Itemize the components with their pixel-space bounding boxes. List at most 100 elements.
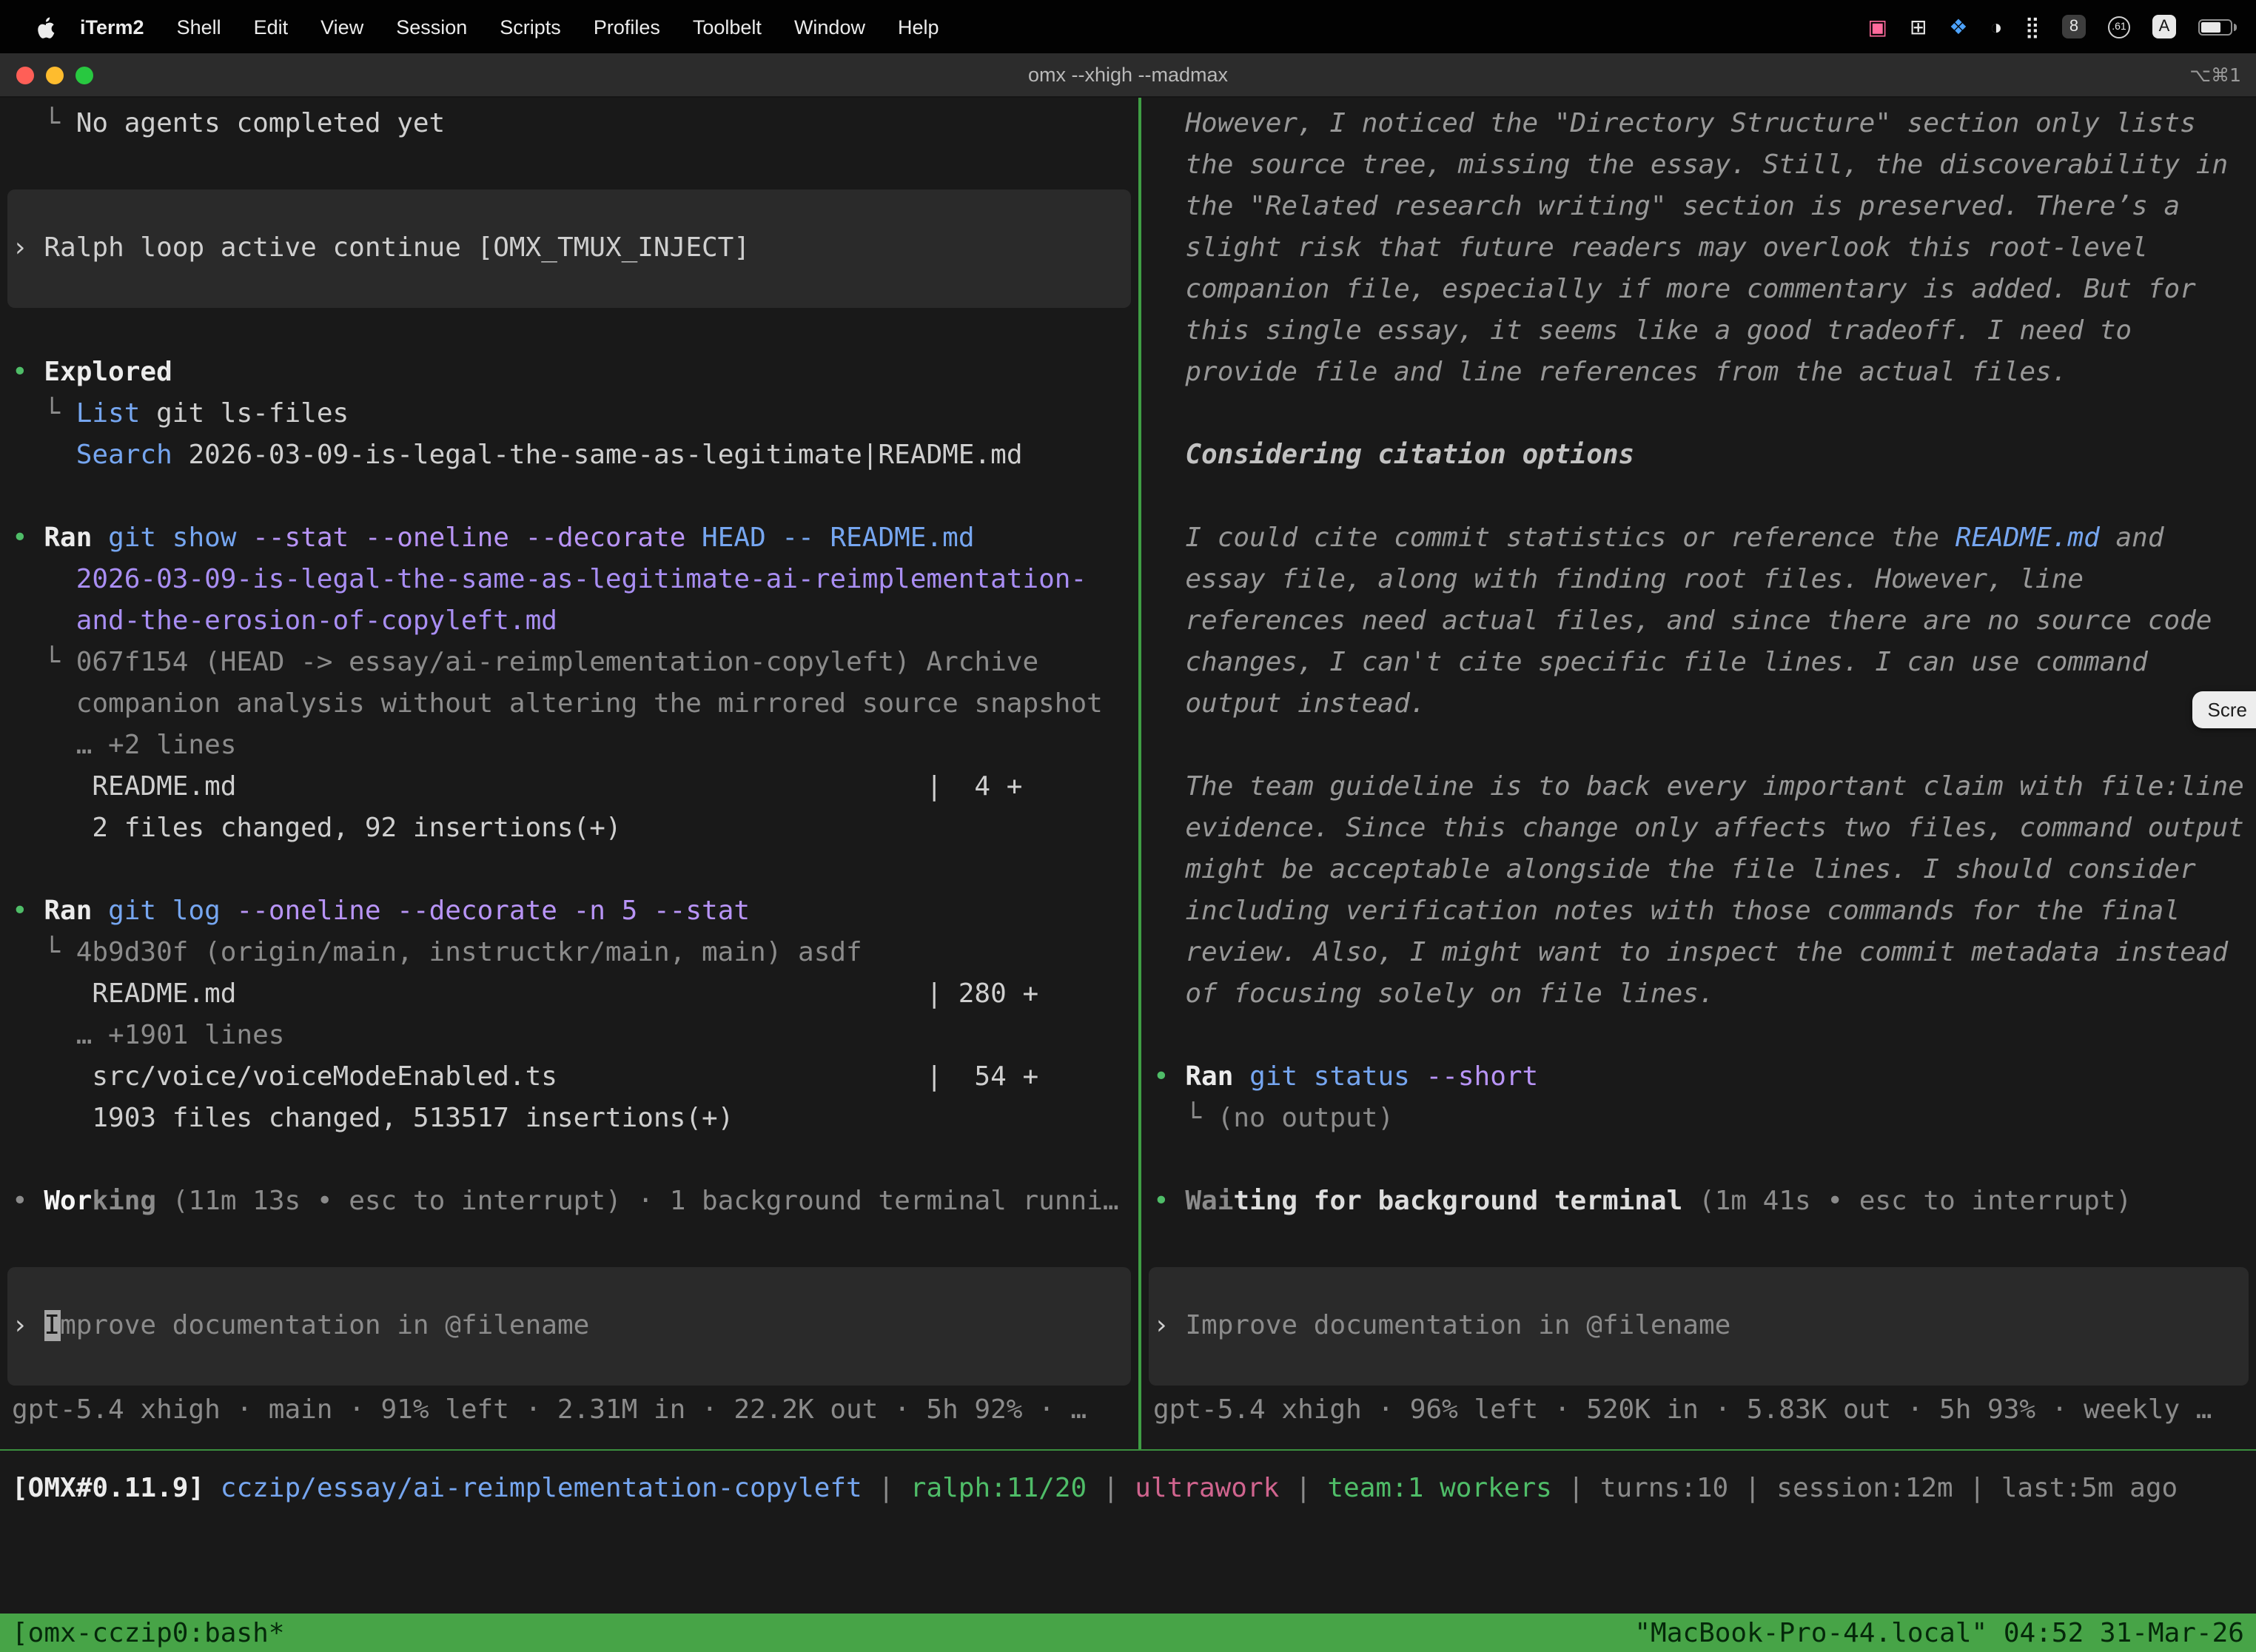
terminal-line: • Waiting for background terminal (1m 41… — [1141, 1181, 2256, 1223]
text-segment: Ran — [44, 523, 92, 554]
spacer — [0, 1223, 1138, 1267]
text-segment: ultrawork — [1135, 1473, 1279, 1504]
text-segment: review. Also, I might want to inspect th… — [1153, 937, 2228, 968]
input-source-icon[interactable]: A — [2152, 15, 2176, 38]
window-grid-icon[interactable]: ⊞ — [1910, 16, 1927, 37]
text-segment: Improve documentation in @filename — [1185, 1310, 1730, 1341]
text-segment: › — [1153, 1310, 1185, 1341]
window-title-bar: omx --xhigh --madmax ⌥⌘1 — [0, 53, 2256, 98]
left-terminal-pane[interactable]: └ No agents completed yet› Ralph loop ac… — [0, 98, 1138, 1449]
battery-icon[interactable] — [2198, 19, 2232, 35]
text-segment: I — [44, 1310, 60, 1341]
text-segment: companion analysis without altering the … — [12, 688, 1103, 719]
text-segment: └ (no output) — [1153, 1103, 1394, 1134]
spacer — [0, 145, 1138, 189]
right-terminal-pane[interactable]: However, I noticed the "Directory Struct… — [1138, 98, 2256, 1449]
terminal-line: gpt-5.4 xhigh · 96% left · 520K in · 5.8… — [1141, 1390, 2256, 1431]
text-segment: changes, I can't cite specific file line… — [1153, 647, 2148, 678]
terminal-line — [1141, 477, 2256, 518]
tmux-status-bar: [omx-cczip0:bash* "MacBook-Pro-44.local"… — [0, 1614, 2256, 1652]
dots-grid-icon[interactable]: ⣿ — [2024, 16, 2040, 37]
menu-item-session[interactable]: Session — [380, 16, 483, 38]
text-segment: 2026-03-09-is-legal-the-same-as-legitima… — [12, 564, 1087, 595]
text-segment: references need actual files, and since … — [1153, 605, 2212, 637]
menu-item-scripts[interactable]: Scripts — [483, 16, 577, 38]
text-segment: The team guideline is to back every impo… — [1153, 771, 2244, 802]
blue-app-icon[interactable]: ❖ — [1949, 16, 1967, 37]
terminal-line: 2026-03-09-is-legal-the-same-as-legitima… — [0, 560, 1138, 601]
text-segment: (1m 41s • esc to interrupt) — [1682, 1186, 2132, 1217]
screen: iTerm2ShellEditViewSessionScriptsProfile… — [0, 0, 2256, 1652]
text-segment: README.md — [1955, 523, 2100, 554]
text-segment: last:5m ago — [2001, 1473, 2178, 1504]
text-segment: king — [92, 1186, 156, 1217]
text-segment: src/voice/voiceModeEnabled.ts | 54 + — [12, 1061, 1038, 1092]
text-segment: provide file and line references from th… — [1153, 357, 2067, 388]
contrast-circle-icon[interactable]: ◑ — [1990, 16, 2003, 37]
text-segment: HEAD -- README.md — [685, 523, 974, 554]
text-segment: • — [12, 523, 44, 554]
text-segment: slight risk that future readers may over… — [1153, 232, 2148, 263]
text-segment: and — [2100, 523, 2164, 554]
menu-item-help[interactable]: Help — [882, 16, 956, 38]
menu-status-icons: ▣ ⊞ ❖ ◑ ⣿ 8 .61 A — [1867, 15, 2256, 38]
menu-item-window[interactable]: Window — [778, 16, 882, 38]
keycap-8-icon[interactable]: 8 — [2062, 15, 2086, 38]
terminal-line: • Working (11m 13s • esc to interrupt) ·… — [0, 1181, 1138, 1223]
menu-item-shell[interactable]: Shell — [161, 16, 238, 38]
text-segment: companion file, especially if more comme… — [1153, 274, 2196, 305]
text-segment: the source tree, missing the essay. Stil… — [1153, 150, 2228, 181]
tmux-session-name: [omx-cczip0:bash* — [12, 1617, 284, 1648]
text-segment: ting for background terminal — [1233, 1186, 1682, 1217]
text-segment: team:1 workers — [1327, 1473, 1551, 1504]
menu-item-iterm2[interactable]: iTerm2 — [64, 16, 161, 38]
terminal-line: • Ran git log --oneline --decorate -n 5 … — [0, 891, 1138, 933]
terminal-line: including verification notes with those … — [1141, 891, 2256, 933]
text-segment: and-the-erosion-of-copyleft.md — [12, 605, 557, 637]
text-segment: Wor — [44, 1186, 92, 1217]
text-segment: • — [1153, 1186, 1185, 1217]
terminal-line: output instead. — [1141, 684, 2256, 725]
terminal-line — [0, 1140, 1138, 1181]
right-prompt-input[interactable]: › Improve documentation in @filename — [1149, 1267, 2249, 1386]
terminal-line: 1903 files changed, 513517 insertions(+) — [0, 1098, 1138, 1140]
gauge-61-icon[interactable]: .61 — [2108, 16, 2130, 38]
screen-share-pill[interactable]: Scre — [2193, 691, 2256, 728]
menu-item-toolbelt[interactable]: Toolbelt — [677, 16, 778, 38]
window-title: omx --xhigh --madmax — [0, 53, 2256, 96]
terminal-line: companion analysis without altering the … — [0, 684, 1138, 725]
ralph-loop-banner: › Ralph loop active continue [OMX_TMUX_I… — [7, 189, 1131, 308]
text-segment: | — [862, 1473, 910, 1504]
menu-item-view[interactable]: View — [304, 16, 380, 38]
menu-item-edit[interactable]: Edit — [238, 16, 305, 38]
text-segment: README.md | 4 + — [12, 771, 1022, 802]
terminal-line: Search 2026-03-09-is-legal-the-same-as-l… — [0, 435, 1138, 477]
terminal-line: evidence. Since this change only affects… — [1141, 808, 2256, 850]
text-segment: 2 files changed, 92 insertions(+) — [12, 813, 622, 844]
terminal-line: I could cite commit statistics or refere… — [1141, 518, 2256, 560]
text-segment: git status — [1233, 1061, 1409, 1092]
terminal-line: └ 4b9d30f (origin/main, instructkr/main,… — [0, 933, 1138, 974]
terminal-line: the "Related research writing" section i… — [1141, 187, 2256, 228]
left-prompt-input[interactable]: › Improve documentation in @filename — [7, 1267, 1131, 1386]
terminal-line — [0, 477, 1138, 518]
terminal-line: gpt-5.4 xhigh · main · 91% left · 2.31M … — [0, 1390, 1138, 1431]
text-segment: | — [1279, 1473, 1327, 1504]
menu-bar: iTerm2ShellEditViewSessionScriptsProfile… — [0, 0, 2256, 53]
apple-menu-icon[interactable] — [27, 16, 64, 38]
text-segment: … +2 lines — [12, 730, 236, 761]
terminal-line: of focusing solely on file lines. — [1141, 974, 2256, 1015]
terminal-line: README.md | 4 + — [0, 767, 1138, 808]
text-segment: … +1901 lines — [12, 1020, 284, 1051]
text-segment: --stat --oneline --decorate — [237, 523, 686, 554]
text-segment: including verification notes with those … — [1153, 896, 2180, 927]
screen-recording-icon[interactable]: ▣ — [1867, 16, 1887, 37]
terminal-line — [1141, 725, 2256, 767]
text-segment: this single essay, it seems like a good … — [1153, 315, 2132, 346]
text-segment: | — [1728, 1473, 1776, 1504]
text-segment: git show — [92, 523, 236, 554]
terminal-line: README.md | 280 + — [0, 974, 1138, 1015]
terminal-line: Considering citation options — [1141, 435, 2256, 477]
text-segment: evidence. Since this change only affects… — [1153, 813, 2244, 844]
menu-item-profiles[interactable]: Profiles — [577, 16, 677, 38]
